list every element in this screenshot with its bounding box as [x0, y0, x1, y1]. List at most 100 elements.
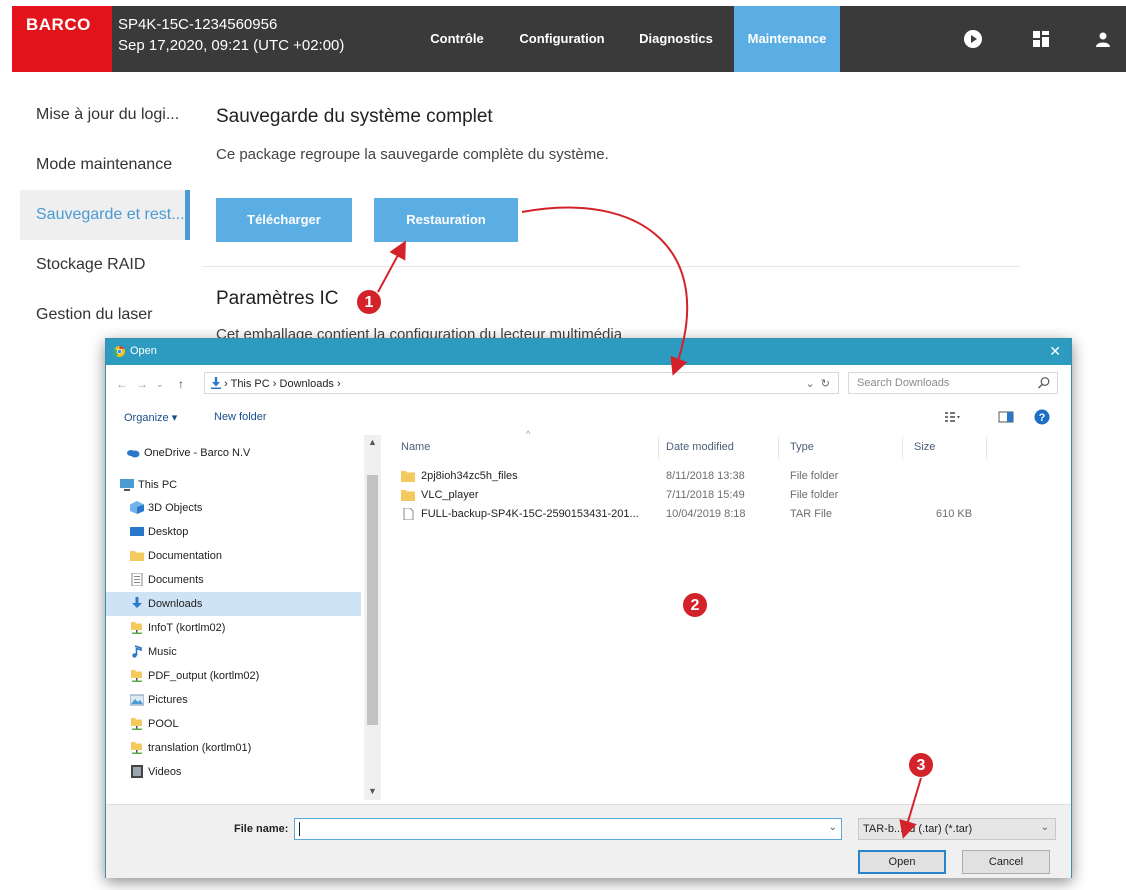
recent-locations-icon[interactable]: ⌄: [156, 379, 164, 390]
tree-item-documentation[interactable]: Documentation: [106, 544, 361, 568]
download-icon: [132, 597, 142, 608]
back-arrow-icon[interactable]: ←: [116, 377, 128, 391]
up-arrow-icon[interactable]: ↑: [178, 377, 184, 391]
sidebar-item-backup-restore[interactable]: Sauvegarde et rest...: [20, 190, 190, 240]
scroll-down-icon[interactable]: ▼: [368, 786, 377, 796]
video-icon: [131, 765, 143, 778]
refresh-icon[interactable]: ↻: [821, 378, 830, 390]
onedrive-icon: [127, 450, 140, 458]
tree-item-infot[interactable]: InfoT (kortlm02): [106, 616, 361, 640]
section-title-ic: Paramètres IC: [216, 288, 339, 309]
section-divider: [202, 266, 1020, 267]
file-icon: [403, 508, 414, 520]
user-icon[interactable]: [1092, 28, 1114, 50]
annotation-badge-3: 3: [908, 752, 934, 778]
network-folder-icon: [131, 622, 142, 634]
download-icon: [211, 377, 221, 389]
organize-button[interactable]: Organize ▾: [124, 411, 177, 424]
tree-item-downloads[interactable]: Downloads: [106, 592, 361, 616]
tree-item-desktop[interactable]: Desktop: [106, 520, 361, 544]
chevron-down-icon[interactable]: ⌄: [1041, 822, 1049, 833]
forward-arrow-icon[interactable]: →: [136, 377, 148, 391]
navigation-scrollbar[interactable]: ▲ ▼: [364, 435, 381, 800]
address-bar[interactable]: › This PC › Downloads › ⌄ ↻: [204, 372, 839, 394]
chevron-down-icon[interactable]: ⌄: [829, 822, 837, 833]
breadcrumb-sep: ›: [272, 378, 277, 390]
help-icon[interactable]: ?: [1034, 409, 1050, 425]
folder-icon: [401, 471, 415, 482]
cancel-button[interactable]: Cancel: [962, 850, 1050, 874]
tree-item-documents[interactable]: Documents: [106, 568, 361, 592]
download-button[interactable]: Télécharger: [216, 198, 352, 242]
pictures-icon: [130, 694, 144, 706]
desktop-icon: [130, 527, 144, 536]
dialog-title: Open: [130, 345, 157, 357]
folder-icon: [401, 490, 415, 501]
file-row[interactable]: FULL-backup-SP4K-15C-2590153431-201... 1…: [401, 507, 991, 524]
network-folder-icon: [131, 718, 142, 730]
device-datetime: Sep 17,2020, 09:21 (UTC +02:00): [118, 37, 345, 54]
scroll-up-icon[interactable]: ▲: [368, 437, 377, 447]
file-row[interactable]: 2pj8ioh34zc5h_files 8/11/2018 13:38 File…: [401, 469, 991, 486]
page-description: Ce package regroupe la sauvegarde complè…: [216, 146, 609, 163]
top-bar: BARCO SP4K-15C-1234560956 Sep 17,2020, 0…: [12, 6, 1126, 72]
column-date-modified[interactable]: Date modified: [666, 441, 734, 453]
tab-diagnostics[interactable]: Diagnostics: [628, 6, 724, 72]
tree-item-3d-objects[interactable]: 3D Objects: [106, 496, 361, 520]
barco-logo: BARCO: [12, 6, 112, 72]
search-placeholder: Search Downloads: [857, 377, 950, 389]
column-name[interactable]: Name: [401, 441, 430, 453]
file-row[interactable]: VLC_player 7/11/2018 15:49 File folder: [401, 488, 991, 505]
tree-item-pictures[interactable]: Pictures: [106, 688, 361, 712]
file-name-label: File name:: [234, 823, 289, 835]
breadcrumb-sep: ›: [224, 378, 228, 390]
music-icon: [132, 645, 142, 658]
file-type-select[interactable]: TAR-b...nd (.tar) (*.tar) ⌄: [858, 818, 1056, 840]
text-caret: [299, 822, 300, 836]
open-file-dialog: Open ✕ ← → ⌄ ↑ › This PC › Downloads › ⌄…: [105, 338, 1072, 878]
play-icon[interactable]: [962, 28, 984, 50]
tab-maintenance[interactable]: Maintenance: [734, 6, 840, 72]
tree-item-onedrive[interactable]: OneDrive - Barco N.V: [106, 441, 361, 465]
navigation-pane: OneDrive - Barco N.V This PC 3D Objects …: [106, 435, 381, 805]
file-name-input[interactable]: ⌄: [294, 818, 842, 840]
tree-item-this-pc[interactable]: This PC: [106, 473, 361, 497]
device-info: SP4K-15C-1234560956 Sep 17,2020, 09:21 (…: [118, 14, 344, 56]
sidebar-item-software-update[interactable]: Mise à jour du logi...: [20, 90, 190, 140]
tab-configuration[interactable]: Configuration: [508, 6, 616, 72]
search-downloads-input[interactable]: Search Downloads: [848, 372, 1058, 394]
breadcrumb-this-pc[interactable]: This PC: [231, 378, 270, 390]
open-button[interactable]: Open: [858, 850, 946, 874]
tab-controle[interactable]: Contrôle: [420, 6, 494, 72]
search-icon: [1038, 377, 1050, 389]
preview-pane-icon[interactable]: [998, 409, 1014, 425]
tree-item-pool[interactable]: POOL: [106, 712, 361, 736]
breadcrumb-sep: ›: [337, 378, 341, 390]
tree-item-videos[interactable]: Videos: [106, 760, 361, 784]
annotation-badge-2: 2: [682, 592, 708, 618]
page-title: Sauvegarde du système complet: [216, 106, 493, 127]
new-folder-button[interactable]: New folder: [214, 411, 267, 423]
restore-button[interactable]: Restauration: [374, 198, 518, 242]
annotation-badge-1: 1: [356, 289, 382, 315]
dialog-titlebar: Open ✕: [106, 339, 1071, 365]
tree-item-music[interactable]: Music: [106, 640, 361, 664]
view-options-icon[interactable]: [944, 409, 960, 425]
dialog-footer: File name: ⌄ TAR-b...nd (.tar) (*.tar) ⌄…: [106, 804, 1071, 878]
cube-icon: [130, 501, 144, 514]
breadcrumb-downloads[interactable]: Downloads: [280, 378, 334, 390]
sidebar-item-maintenance-mode[interactable]: Mode maintenance: [20, 140, 190, 190]
grid-icon[interactable]: [1030, 28, 1052, 50]
device-name: SP4K-15C-1234560956: [118, 16, 278, 33]
column-type[interactable]: Type: [790, 441, 814, 453]
close-icon[interactable]: ✕: [1049, 343, 1061, 360]
tree-item-translation[interactable]: translation (kortlm01): [106, 736, 361, 760]
address-dropdown-icon[interactable]: ⌄: [805, 378, 814, 390]
column-size[interactable]: Size: [914, 441, 935, 453]
sidebar-item-raid-storage[interactable]: Stockage RAID: [20, 240, 190, 290]
scrollbar-thumb[interactable]: [367, 475, 378, 725]
computer-icon: [120, 479, 134, 491]
arrow-to-restore: [377, 240, 406, 293]
tree-item-pdf-output[interactable]: PDF_output (kortlm02): [106, 664, 361, 688]
sidebar-item-laser[interactable]: Gestion du laser: [20, 290, 190, 340]
